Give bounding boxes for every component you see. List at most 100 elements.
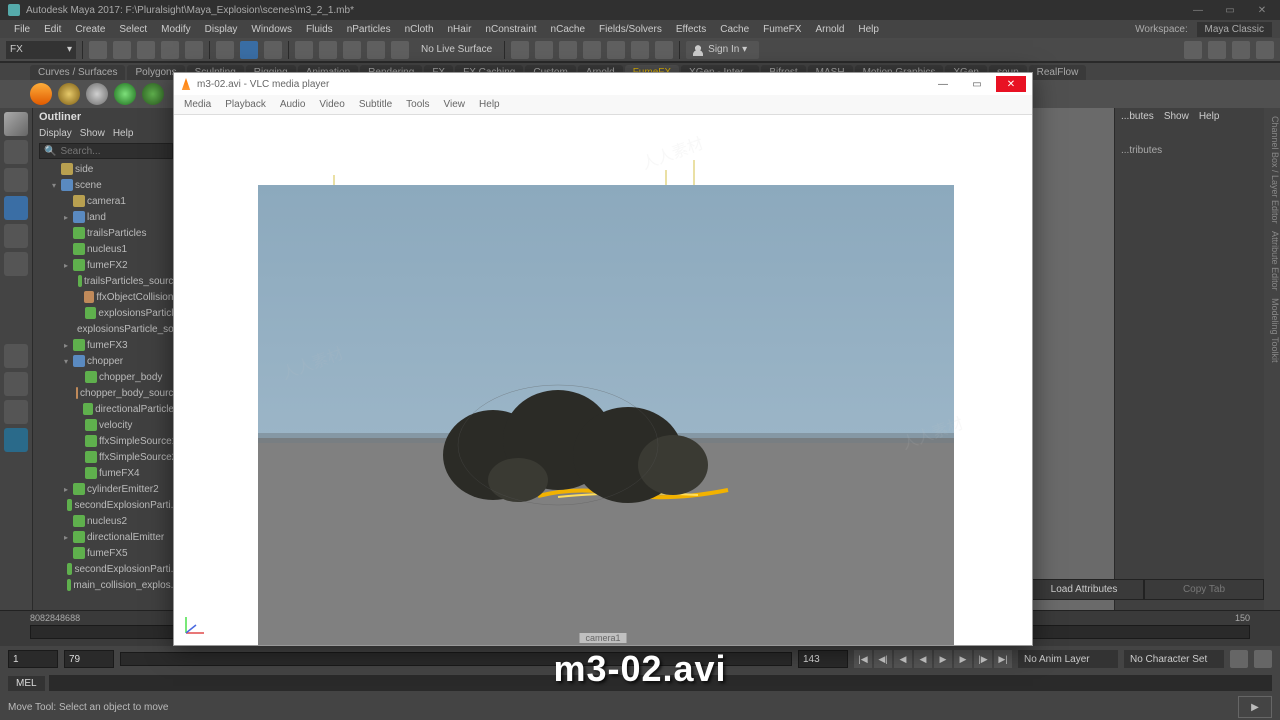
vlc-menu-subtitle[interactable]: Subtitle — [353, 97, 398, 112]
outliner-item[interactable]: fumeFX4 — [33, 465, 179, 481]
vlc-window[interactable]: m3-02.avi - VLC media player — ▭ ✕ Media… — [173, 72, 1033, 646]
outliner-item[interactable]: ffxSimpleSource1 — [33, 433, 179, 449]
outliner-item[interactable]: explosionsParticle — [33, 305, 179, 321]
vlc-close-icon[interactable]: ✕ — [996, 76, 1026, 92]
close-icon[interactable]: ✕ — [1248, 2, 1276, 18]
autokey-icon[interactable] — [1230, 650, 1248, 668]
vlc-maximize-icon[interactable]: ▭ — [962, 76, 992, 92]
snap-grid-icon[interactable] — [240, 41, 258, 59]
ae-menu-show[interactable]: Show — [1164, 111, 1189, 122]
script-editor-play-icon[interactable]: ▶ — [1238, 696, 1272, 718]
outliner-item[interactable]: main_collision_explos... — [33, 577, 179, 593]
vlc-menu-video[interactable]: Video — [313, 97, 350, 112]
new-scene-icon[interactable] — [89, 41, 107, 59]
select-tool-icon[interactable] — [216, 41, 234, 59]
outliner-item[interactable]: side — [33, 161, 179, 177]
arrow-tool-icon[interactable] — [4, 112, 28, 136]
panel-toggle-a-icon[interactable] — [1184, 41, 1202, 59]
outliner-item[interactable]: trailsParticles_source — [33, 273, 179, 289]
menu-help[interactable]: Help — [852, 22, 885, 37]
menu-cache[interactable]: Cache — [714, 22, 755, 37]
outliner-item[interactable]: explosionsParticle_so... — [33, 321, 179, 337]
vlc-menu-playback[interactable]: Playback — [219, 97, 272, 112]
outliner-item[interactable]: directionalParticles — [33, 401, 179, 417]
mode-dropdown[interactable]: FX▾ — [6, 41, 76, 59]
menu-create[interactable]: Create — [69, 22, 111, 37]
outliner-item[interactable]: ▾chopper — [33, 353, 179, 369]
outliner-item[interactable]: ffxObjectCollision1 — [33, 289, 179, 305]
panel-toggle-d-icon[interactable] — [1256, 41, 1274, 59]
render-settings-icon[interactable] — [559, 41, 577, 59]
outliner-item[interactable]: ffxSimpleSource2 — [33, 449, 179, 465]
play-back-icon[interactable]: ◀ — [914, 650, 932, 668]
live-icon[interactable] — [391, 41, 409, 59]
menu-arnold[interactable]: Arnold — [809, 22, 850, 37]
outliner-item[interactable]: nucleus2 — [33, 513, 179, 529]
outliner-item[interactable]: secondExplosionParti... — [33, 561, 179, 577]
layout-b-icon[interactable] — [4, 372, 28, 396]
menu-ncloth[interactable]: nCloth — [399, 22, 440, 37]
shelf-tab[interactable]: Curves / Surfaces — [30, 65, 125, 80]
render-view-icon[interactable] — [607, 41, 625, 59]
menu-file[interactable]: File — [8, 22, 36, 37]
lights-icon[interactable] — [631, 41, 649, 59]
outliner-item[interactable]: ▸land — [33, 209, 179, 225]
paint-tool-icon[interactable] — [4, 168, 28, 192]
shelf-sphere-b-icon[interactable] — [86, 83, 108, 105]
copy-tab-button[interactable]: Copy Tab — [1144, 579, 1264, 600]
pause-icon[interactable] — [655, 41, 673, 59]
live-surface-dropdown[interactable]: No Live Surface — [415, 42, 498, 57]
layout-d-icon[interactable] — [4, 428, 28, 452]
signin-button[interactable]: Sign In ▾ — [686, 41, 759, 59]
menu-effects[interactable]: Effects — [670, 22, 712, 37]
shelf-fire-icon[interactable] — [30, 83, 52, 105]
outliner-item[interactable]: camera1 — [33, 193, 179, 209]
scale-tool-icon[interactable] — [4, 252, 28, 276]
rotate-tool-icon[interactable] — [4, 224, 28, 248]
range-start-input[interactable] — [8, 650, 58, 668]
shelf-sphere-a-icon[interactable] — [58, 83, 80, 105]
range-end-input[interactable] — [798, 650, 848, 668]
outliner-item[interactable]: chopper_body_source — [33, 385, 179, 401]
layout-c-icon[interactable] — [4, 400, 28, 424]
load-attributes-button[interactable]: Load Attributes — [1024, 579, 1144, 600]
sym-object-icon[interactable] — [319, 41, 337, 59]
menu-display[interactable]: Display — [199, 22, 244, 37]
layout-a-icon[interactable] — [4, 344, 28, 368]
menu-nhair[interactable]: nHair — [442, 22, 478, 37]
outliner-item[interactable]: fumeFX5 — [33, 545, 179, 561]
outliner-item[interactable]: trailsParticles — [33, 225, 179, 241]
workspace-dropdown[interactable]: Maya Classic — [1197, 22, 1272, 37]
character-set-dropdown[interactable]: No Character Set — [1124, 650, 1224, 668]
outliner-menu-display[interactable]: Display — [39, 128, 72, 139]
menu-modify[interactable]: Modify — [155, 22, 196, 37]
panel-toggle-c-icon[interactable] — [1232, 41, 1250, 59]
step-forward-key-icon[interactable]: |▶ — [974, 650, 992, 668]
outliner-item[interactable]: ▸cylinderEmitter2 — [33, 481, 179, 497]
outliner-item[interactable]: ▸fumeFX3 — [33, 337, 179, 353]
anim-layer-dropdown[interactable]: No Anim Layer — [1018, 650, 1118, 668]
minimize-icon[interactable]: — — [1184, 2, 1212, 18]
outliner-item[interactable]: chopper_body — [33, 369, 179, 385]
outliner-item[interactable]: ▾scene — [33, 177, 179, 193]
undo-icon[interactable] — [161, 41, 179, 59]
step-back-key-icon[interactable]: ◀| — [874, 650, 892, 668]
shelf-sphere-c-icon[interactable] — [114, 83, 136, 105]
sym-topo-icon[interactable] — [367, 41, 385, 59]
ae-menu-help[interactable]: Help — [1199, 111, 1220, 122]
menu-nconstraint[interactable]: nConstraint — [479, 22, 542, 37]
vlc-menu-help[interactable]: Help — [473, 97, 506, 112]
outliner-item[interactable]: secondExplosionParti... — [33, 497, 179, 513]
outliner-search-input[interactable]: 🔍Search... — [39, 143, 173, 159]
panel-toggle-b-icon[interactable] — [1208, 41, 1226, 59]
outliner-menu-show[interactable]: Show — [80, 128, 105, 139]
vlc-minimize-icon[interactable]: — — [928, 76, 958, 92]
vlc-menu-view[interactable]: View — [438, 97, 472, 112]
maximize-icon[interactable]: ▭ — [1216, 2, 1244, 18]
step-back-frame-icon[interactable]: ◀ — [894, 650, 912, 668]
vlc-menu-audio[interactable]: Audio — [274, 97, 312, 112]
save-scene-icon[interactable] — [137, 41, 155, 59]
vlc-titlebar[interactable]: m3-02.avi - VLC media player — ▭ ✕ — [174, 73, 1032, 95]
menu-nparticles[interactable]: nParticles — [341, 22, 397, 37]
hyper-icon[interactable] — [583, 41, 601, 59]
